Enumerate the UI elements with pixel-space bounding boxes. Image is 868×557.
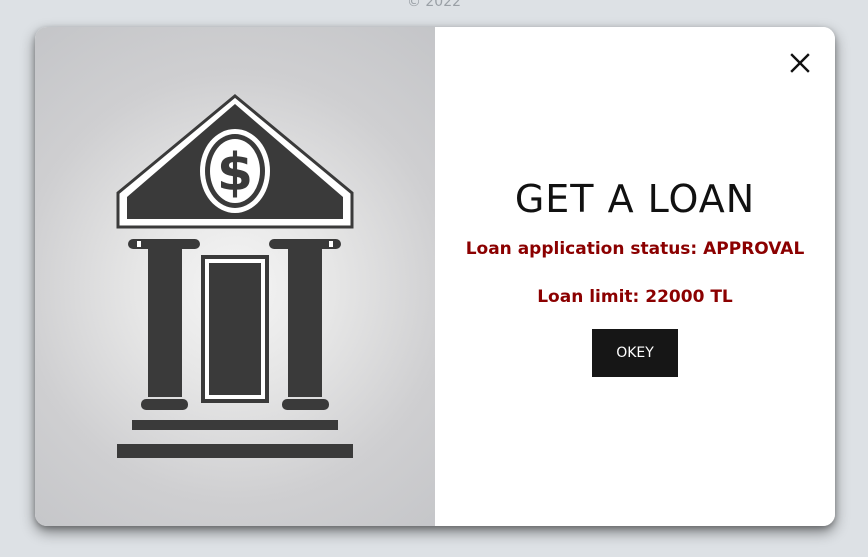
loan-limit-text: Loan limit: 22000 TL (537, 287, 733, 307)
bank-building-dollar-icon: $ (116, 94, 354, 458)
svg-text:$: $ (217, 143, 253, 203)
close-icon (790, 53, 810, 73)
modal-title: GET A LOAN (514, 177, 756, 221)
modal-content: GET A LOAN Loan application status: APPR… (435, 27, 835, 526)
copyright-text: © 2022 (406, 0, 462, 10)
modal-image-panel: $ (35, 27, 435, 526)
okey-button[interactable]: OKEY (592, 329, 678, 377)
loan-modal: $ GET A LOAN Loan application status: AP… (35, 27, 835, 526)
loan-status-text: Loan application status: APPROVAL (465, 239, 805, 259)
close-button[interactable] (786, 49, 814, 77)
